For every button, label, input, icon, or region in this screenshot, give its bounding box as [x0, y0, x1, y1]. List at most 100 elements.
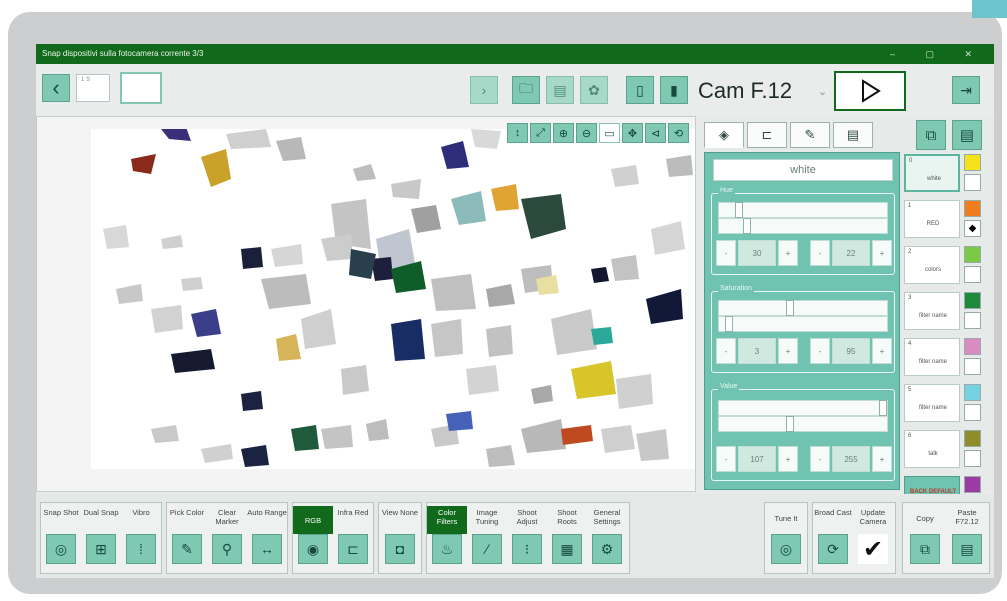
color-filters-button[interactable]: Color Filters ♨ [427, 506, 467, 564]
value-min-value[interactable]: 107 [738, 446, 776, 472]
broadcast-button[interactable]: Broad Cast ⟳ [813, 506, 853, 564]
copy-button[interactable]: Copy ⧉ [905, 506, 945, 564]
value-min-decrement[interactable]: - [716, 446, 736, 472]
color-swatch[interactable] [964, 246, 981, 263]
slider-knob[interactable] [743, 218, 751, 234]
hue-min-value[interactable]: 30 [738, 240, 776, 266]
update-camera-button[interactable]: Update Camera ✔ [853, 506, 893, 564]
preset-0[interactable]: 0 white [904, 154, 984, 192]
paste-filter-button[interactable]: ▤ [952, 120, 982, 150]
fullscreen-button[interactable]: ⤢ [530, 123, 551, 143]
preset-checkbox[interactable] [964, 174, 981, 191]
reset-view-button[interactable]: ⟲ [668, 123, 689, 143]
preset-checkbox[interactable] [964, 266, 981, 283]
document-button-b[interactable]: ▮ [660, 76, 688, 104]
document-button-a[interactable]: ▯ [626, 76, 654, 104]
slider-knob[interactable] [879, 400, 887, 416]
fit-vertical-button[interactable]: ↕ [507, 123, 528, 143]
preset-checkbox[interactable]: ◆ [964, 220, 981, 237]
slider-knob[interactable] [735, 202, 743, 218]
shoot-adjust-button[interactable]: Shoot Adjust ⁝ [507, 506, 547, 564]
back-button[interactable]: ‹ [42, 74, 70, 102]
value-max-decrement[interactable]: - [810, 446, 830, 472]
slider-knob[interactable] [786, 416, 794, 432]
camera-image[interactable] [91, 127, 695, 469]
image-tuning-button[interactable]: Image Tuning ∕ [467, 506, 507, 564]
shoot-roots-button[interactable]: Shoot Roots ▦ [547, 506, 587, 564]
select-rect-button[interactable]: ▭ [599, 123, 620, 143]
infra-red-button[interactable]: Infra Red ⊏ [333, 506, 373, 564]
slider-knob[interactable] [725, 316, 733, 332]
value-max-slider[interactable] [718, 400, 888, 416]
exit-button[interactable]: ⇥ [952, 76, 980, 104]
value-max-increment[interactable]: + [872, 446, 892, 472]
filter-name-field[interactable]: white [713, 159, 893, 181]
snapshot-thumbnail-1[interactable]: 1 S [76, 74, 110, 102]
view-none-button[interactable]: View None ◘ [380, 506, 420, 564]
saturation-max-slider[interactable] [718, 300, 888, 316]
preset-checkbox[interactable] [964, 358, 981, 375]
tune-it-button[interactable]: Tune It ◎ [766, 506, 806, 564]
open-button[interactable]: 🗀 [512, 76, 540, 104]
chevron-down-icon[interactable]: ⌄ [818, 85, 827, 98]
color-swatch[interactable] [964, 154, 981, 171]
saturation-min-decrement[interactable]: - [716, 338, 736, 364]
vibro-button[interactable]: Vibro ⁞ [121, 506, 161, 564]
color-swatch[interactable] [964, 338, 981, 355]
previous-view-button[interactable]: ⊲ [645, 123, 666, 143]
value-min-slider[interactable] [718, 416, 888, 432]
preset-checkbox[interactable] [964, 404, 981, 421]
tab-color[interactable]: ◈ [704, 122, 744, 148]
preset-checkbox[interactable] [964, 450, 981, 467]
hue-max-decrement[interactable]: - [810, 240, 830, 266]
tab-list[interactable]: ▤ [833, 122, 873, 148]
hue-min-slider[interactable] [718, 218, 888, 234]
color-swatch[interactable] [964, 476, 981, 493]
auto-range-button[interactable]: Auto Range ↔ [247, 506, 287, 564]
preset-6[interactable]: 6 talk [904, 430, 984, 468]
general-settings-button[interactable]: General Settings ⚙ [587, 506, 627, 564]
pan-button[interactable]: ✥ [622, 123, 643, 143]
save-button[interactable]: ▤ [546, 76, 574, 104]
hue-min-increment[interactable]: + [778, 240, 798, 266]
color-swatch[interactable] [964, 200, 981, 217]
tab-marker[interactable]: ✎ [790, 122, 830, 148]
value-max-value[interactable]: 255 [832, 446, 870, 472]
snap-shot-button[interactable]: Snap Shot ◎ [41, 506, 81, 564]
preset-2[interactable]: 2 colors [904, 246, 984, 284]
hue-max-slider[interactable] [718, 202, 888, 218]
play-button[interactable] [834, 71, 906, 111]
slider-knob[interactable] [786, 300, 794, 316]
saturation-max-decrement[interactable]: - [810, 338, 830, 364]
pick-color-button[interactable]: Pick Color ✎ [167, 506, 207, 564]
preset-4[interactable]: 4 filter name [904, 338, 984, 376]
preset-3[interactable]: 3 filter name [904, 292, 984, 330]
copy-filter-button[interactable]: ⧉ [916, 120, 946, 150]
rgb-button[interactable]: RGB ◉ [293, 506, 333, 564]
hue-min-decrement[interactable]: - [716, 240, 736, 266]
preset-checkbox[interactable] [964, 312, 981, 329]
dual-snap-button[interactable]: Dual Snap ⊞ [81, 506, 121, 564]
image-viewport[interactable]: ↕ ⤢ ⊕ ⊖ ▭ ✥ ⊲ ⟲ [36, 116, 696, 492]
hue-max-value[interactable]: 22 [832, 240, 870, 266]
saturation-max-value[interactable]: 95 [832, 338, 870, 364]
tab-infrared[interactable]: ⊏ [747, 122, 787, 148]
zoom-in-button[interactable]: ⊕ [553, 123, 574, 143]
window-controls[interactable]: – ▢ ✕ [890, 44, 986, 64]
saturation-min-increment[interactable]: + [778, 338, 798, 364]
hue-max-increment[interactable]: + [872, 240, 892, 266]
saturation-max-increment[interactable]: + [872, 338, 892, 364]
paste-button[interactable]: Paste F72.12 ▤ [947, 506, 987, 564]
preset-5[interactable]: 5 filter name [904, 384, 984, 422]
value-min-increment[interactable]: + [778, 446, 798, 472]
color-swatch[interactable] [964, 384, 981, 401]
clear-marker-button[interactable]: Clear Marker ⚲ [207, 506, 247, 564]
zoom-out-button[interactable]: ⊖ [576, 123, 597, 143]
palette-button[interactable]: ✿ [580, 76, 608, 104]
snapshot-thumbnail-2[interactable] [120, 72, 162, 104]
color-swatch[interactable] [964, 292, 981, 309]
preset-1[interactable]: 1 RED ◆ [904, 200, 984, 238]
saturation-min-value[interactable]: 3 [738, 338, 776, 364]
saturation-min-slider[interactable] [718, 316, 888, 332]
next-button[interactable]: › [470, 76, 498, 104]
